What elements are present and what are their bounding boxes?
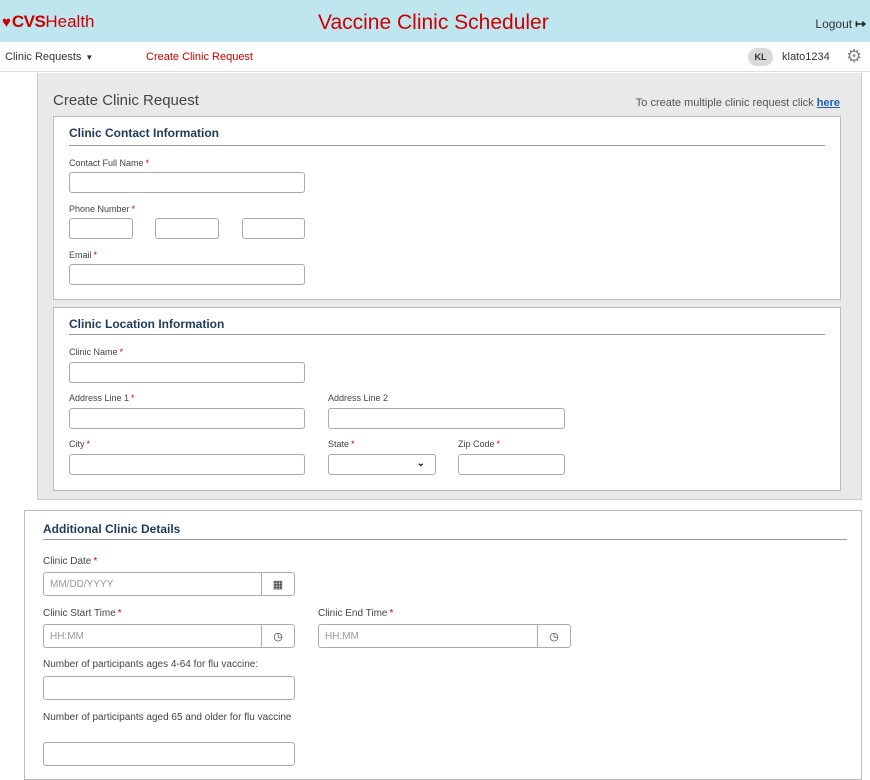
participants-4-64-label: Number of participants ages 4-64 for flu…: [43, 659, 259, 670]
address-line-1-label: Address Line 1 *: [69, 393, 135, 403]
clinic-end-time-picker[interactable]: HH:MM ◷: [318, 624, 571, 648]
contact-full-name-label: Contact Full Name *: [69, 158, 150, 168]
participants-65-input[interactable]: [43, 742, 295, 766]
city-label: City *: [69, 439, 91, 449]
section-title: Clinic Location Information: [69, 317, 225, 331]
section-divider: [69, 334, 825, 335]
clinic-end-time-input[interactable]: HH:MM: [325, 631, 359, 642]
section-divider: [69, 145, 825, 146]
logo-cvs-text: CVS: [11, 12, 46, 31]
section-divider: [43, 539, 847, 540]
clinic-contact-section: Clinic Contact Information Contact Full …: [53, 116, 841, 300]
phone-line-number-input[interactable]: [242, 218, 305, 239]
chevron-down-icon: ⌄: [416, 458, 425, 469]
address-line-2-label: Address Line 2: [328, 393, 389, 403]
phone-area-code-input[interactable]: [69, 218, 133, 239]
logout-button[interactable]: Logout ↦: [815, 16, 866, 32]
clinic-date-input[interactable]: MM/DD/YYYY: [50, 579, 113, 590]
email-label: Email *: [69, 250, 98, 260]
clinic-start-time-label: Clinic Start Time *: [43, 608, 122, 619]
clinic-name-input[interactable]: [69, 362, 305, 383]
clinic-requests-dropdown[interactable]: Clinic Requests ▼: [5, 51, 93, 63]
clinic-name-label: Clinic Name *: [69, 347, 124, 357]
participants-65-label: Number of participants aged 65 and older…: [43, 712, 292, 723]
contact-full-name-input[interactable]: [69, 172, 305, 193]
heart-icon: ♥: [2, 13, 11, 31]
phone-prefix-input[interactable]: [155, 218, 219, 239]
zip-code-input[interactable]: [458, 454, 565, 475]
username[interactable]: klato1234: [782, 51, 830, 63]
avatar[interactable]: KL: [748, 48, 773, 66]
participants-4-64-input[interactable]: [43, 676, 295, 700]
city-input[interactable]: [69, 454, 305, 475]
clinic-date-label: Clinic Date *: [43, 556, 98, 567]
top-header-bar: ♥ CVS Health Vaccine Clinic Scheduler Lo…: [0, 0, 870, 42]
section-title: Additional Clinic Details: [43, 522, 181, 536]
gear-icon[interactable]: ⚙: [846, 47, 862, 65]
phone-number-label: Phone Number *: [69, 204, 136, 214]
logo-health-text: Health: [45, 12, 95, 31]
clinic-date-picker[interactable]: MM/DD/YYYY ▦: [43, 572, 295, 596]
zip-code-label: Zip Code *: [458, 439, 501, 449]
caret-down-icon: ▼: [85, 53, 94, 62]
address-line-1-input[interactable]: [69, 408, 305, 429]
clinic-start-time-picker[interactable]: HH:MM ◷: [43, 624, 295, 648]
page-title: Create Clinic Request: [53, 92, 199, 109]
state-label: State *: [328, 439, 355, 449]
clinic-end-time-label: Clinic End Time *: [318, 608, 394, 619]
create-clinic-request-link[interactable]: Create Clinic Request: [146, 51, 253, 63]
logout-icon: ↦: [855, 16, 866, 31]
app-title: Vaccine Clinic Scheduler: [318, 11, 549, 34]
clinic-start-time-input[interactable]: HH:MM: [50, 631, 84, 642]
multi-request-note: To create multiple clinic request click …: [636, 97, 840, 109]
multi-request-text: To create multiple clinic request click: [635, 97, 814, 109]
email-field[interactable]: [69, 264, 305, 285]
multi-request-here-link[interactable]: here: [817, 97, 840, 109]
cvs-health-logo[interactable]: ♥ CVS Health: [2, 12, 95, 31]
clinic-location-section: Clinic Location Information Clinic Name *…: [53, 307, 841, 491]
clock-icon[interactable]: ◷: [261, 625, 294, 647]
navigation-bar: Clinic Requests ▼ Create Clinic Request K…: [0, 42, 870, 72]
calendar-icon[interactable]: ▦: [261, 573, 294, 595]
logout-label: Logout: [815, 17, 853, 31]
additional-clinic-details-section: Additional Clinic Details Clinic Date * M…: [24, 510, 862, 780]
clinic-requests-label: Clinic Requests: [5, 51, 82, 63]
address-line-2-input[interactable]: [328, 408, 565, 429]
clock-icon[interactable]: ◷: [537, 625, 570, 647]
state-select[interactable]: ⌄: [328, 454, 436, 475]
section-title: Clinic Contact Information: [69, 126, 219, 140]
